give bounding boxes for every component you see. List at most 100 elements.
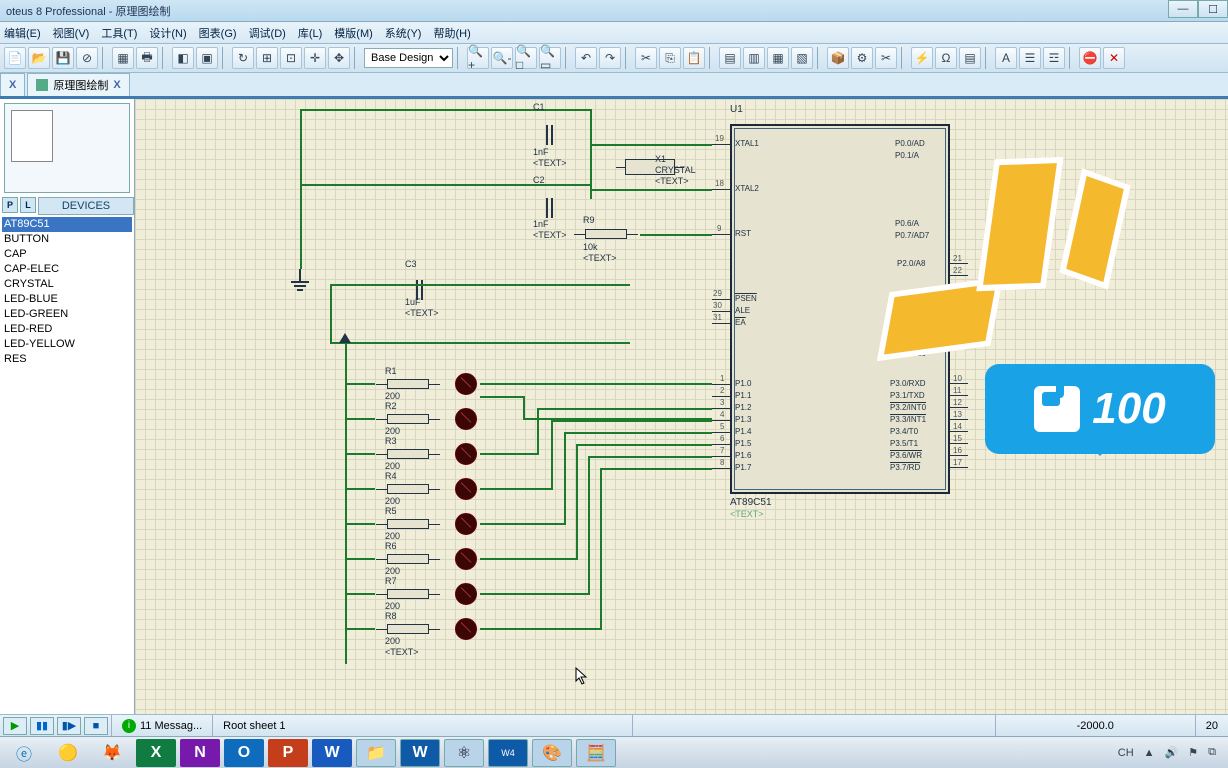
redo-icon[interactable]: ↷ <box>599 47 621 69</box>
list-item[interactable]: CAP-ELEC <box>2 262 132 277</box>
block-delete-icon[interactable]: ▧ <box>791 47 813 69</box>
resistor-r8[interactable] <box>387 624 429 634</box>
onenote-icon[interactable]: N <box>180 739 220 767</box>
prop-icon[interactable]: ☲ <box>1043 47 1065 69</box>
flag-icon[interactable]: ⚑ <box>1188 746 1198 759</box>
wps4-icon[interactable]: W4 <box>488 739 528 767</box>
netlist-icon[interactable]: ▤ <box>959 47 981 69</box>
zoom-region-icon[interactable]: 🔍▭ <box>539 47 561 69</box>
calc-icon[interactable]: 🧮 <box>576 739 616 767</box>
cut-icon[interactable]: ✂ <box>635 47 657 69</box>
led-d6[interactable] <box>455 548 477 570</box>
step-button[interactable]: ▮▶ <box>57 717 81 735</box>
explorer-icon[interactable]: 📁 <box>356 739 396 767</box>
menu-system[interactable]: 系统(Y) <box>385 25 422 41</box>
resistor-r9[interactable] <box>585 229 627 239</box>
chrome-icon[interactable]: 🟡 <box>48 739 88 767</box>
led-d7[interactable] <box>455 583 477 605</box>
menu-template[interactable]: 模版(M) <box>334 25 373 41</box>
desktop-icon[interactable]: ⧉ <box>1208 746 1216 759</box>
list-item[interactable]: LED-BLUE <box>2 292 132 307</box>
marker1-icon[interactable]: ◧ <box>172 47 194 69</box>
save-icon[interactable]: 💾 <box>52 47 74 69</box>
zoom-in-icon[interactable]: 🔍+ <box>467 47 489 69</box>
check-icon[interactable]: ✕ <box>1103 47 1125 69</box>
l-tab[interactable]: L <box>20 197 36 213</box>
list-item[interactable]: LED-YELLOW <box>2 337 132 352</box>
led-d2[interactable] <box>455 408 477 430</box>
word-icon[interactable]: W <box>312 739 352 767</box>
power-symbol[interactable] <box>339 327 351 343</box>
menu-tool[interactable]: 工具(T) <box>101 25 137 41</box>
messages-cell[interactable]: i 11 Messag... <box>112 715 213 736</box>
play-button[interactable]: ▶ <box>3 717 27 735</box>
close-icon[interactable]: ⊘ <box>76 47 98 69</box>
firefox-icon[interactable]: 🦊 <box>92 739 132 767</box>
no-entry-icon[interactable]: ⛔ <box>1079 47 1101 69</box>
menu-design[interactable]: 设计(N) <box>149 25 186 41</box>
maximize-button[interactable]: ☐ <box>1198 0 1228 18</box>
list-item[interactable]: LED-GREEN <box>2 307 132 322</box>
make-device-icon[interactable]: ⚙ <box>851 47 873 69</box>
new-icon[interactable]: 📄 <box>4 47 26 69</box>
zoom-out-icon[interactable]: 🔍- <box>491 47 513 69</box>
elec-rules-icon[interactable]: ⚡ <box>911 47 933 69</box>
a-icon[interactable]: A <box>995 47 1017 69</box>
science-icon[interactable]: ⚛ <box>444 739 484 767</box>
ime-indicator[interactable]: CH <box>1118 747 1134 759</box>
decompose-icon[interactable]: ✂ <box>875 47 897 69</box>
resistor-r5[interactable] <box>387 519 429 529</box>
om-icon[interactable]: Ω <box>935 47 957 69</box>
list-item[interactable]: LED-RED <box>2 322 132 337</box>
list-item[interactable]: AT89C51 <box>2 217 132 232</box>
pause-button[interactable]: ▮▮ <box>30 717 54 735</box>
overview-panel[interactable] <box>4 103 130 193</box>
origin-icon[interactable]: ✛ <box>304 47 326 69</box>
block-rotate-icon[interactable]: ▦ <box>767 47 789 69</box>
block-copy-icon[interactable]: ▤ <box>719 47 741 69</box>
resistor-r4[interactable] <box>387 484 429 494</box>
edge-icon[interactable]: ⓔ <box>4 739 44 767</box>
capacitor-c1[interactable] <box>544 125 556 145</box>
capacitor-c2[interactable] <box>544 198 556 218</box>
undo-icon[interactable]: ↶ <box>575 47 597 69</box>
led-d8[interactable] <box>455 618 477 640</box>
fit-icon[interactable]: ⊡ <box>280 47 302 69</box>
menu-debug[interactable]: 调试(D) <box>249 25 286 41</box>
grid-icon[interactable]: ▦ <box>112 47 134 69</box>
marker2-icon[interactable]: ▣ <box>196 47 218 69</box>
led-d1[interactable] <box>455 373 477 395</box>
tab-schematic[interactable]: 原理图绘制 X <box>27 73 129 96</box>
outlook-icon[interactable]: O <box>224 739 264 767</box>
block-move-icon[interactable]: ▥ <box>743 47 765 69</box>
schematic-canvas[interactable]: C1 1nF<TEXT> C2 1nF<TEXT> X1 CRYSTAL<TEX… <box>135 99 1228 714</box>
list-item[interactable]: CAP <box>2 247 132 262</box>
resistor-r6[interactable] <box>387 554 429 564</box>
pan-icon[interactable]: ✥ <box>328 47 350 69</box>
menu-view[interactable]: 视图(V) <box>53 25 90 41</box>
menu-chart[interactable]: 图表(G) <box>199 25 237 41</box>
menu-edit[interactable]: 编辑(E) <box>4 25 41 41</box>
stop-button[interactable]: ■ <box>84 717 108 735</box>
volume-icon[interactable]: 🔊 <box>1165 746 1179 759</box>
p-tab[interactable]: P <box>2 197 18 213</box>
resistor-r7[interactable] <box>387 589 429 599</box>
list-item[interactable]: CRYSTAL <box>2 277 132 292</box>
led-d3[interactable] <box>455 443 477 465</box>
minimize-button[interactable]: — <box>1168 0 1198 18</box>
excel-icon[interactable]: X <box>136 739 176 767</box>
refresh-icon[interactable]: ↻ <box>232 47 254 69</box>
tray-up-icon[interactable]: ▲ <box>1144 747 1155 759</box>
print-icon[interactable]: 🖶 <box>136 47 158 69</box>
resistor-r2[interactable] <box>387 414 429 424</box>
close-icon[interactable]: X <box>9 79 16 91</box>
resistor-r1[interactable] <box>387 379 429 389</box>
powerpoint-icon[interactable]: P <box>268 739 308 767</box>
paint-icon[interactable]: 🎨 <box>532 739 572 767</box>
paste-icon[interactable]: 📋 <box>683 47 705 69</box>
resistor-r3[interactable] <box>387 449 429 459</box>
ground-symbol[interactable] <box>290 269 310 291</box>
menu-help[interactable]: 帮助(H) <box>433 25 470 41</box>
open-icon[interactable]: 📂 <box>28 47 50 69</box>
list-icon[interactable]: ☰ <box>1019 47 1041 69</box>
